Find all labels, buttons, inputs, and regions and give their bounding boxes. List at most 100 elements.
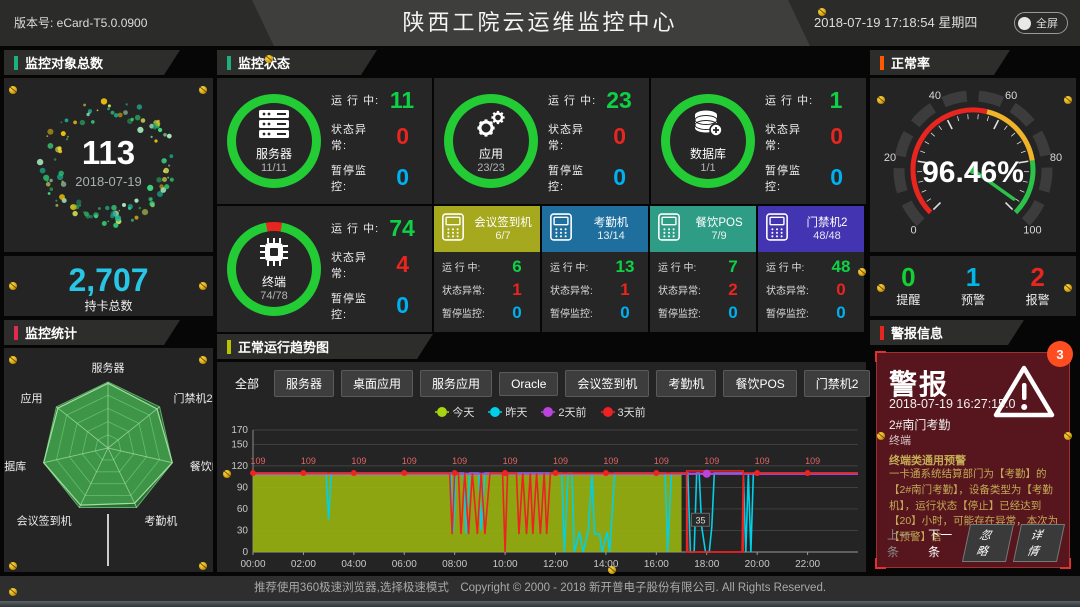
device-card-header: 会议签到机 6/7 (434, 206, 540, 252)
legend-item-昨天[interactable]: 昨天 (490, 404, 527, 420)
alarm-count-报警[interactable]: 2 报警 (1026, 264, 1050, 308)
trend-chart: 030609012015017000:0002:0004:0006:0008:0… (219, 422, 864, 577)
stat-row-abnormal: 状态异常: 4 (331, 249, 424, 281)
stat-value-paused: 0 (815, 166, 858, 189)
stat-row-paused: 暂停监控: 0 (331, 162, 424, 194)
datetime-label: 2018-07-19 17:18:54 星期四 (814, 0, 977, 46)
toggle-knob-icon (1018, 17, 1031, 30)
device-card-餐饮POS[interactable]: 餐饮POS 7/9 运 行 中: 7 状态异常: 2 暂停监控: 0 (650, 206, 756, 332)
device-card-门禁机2[interactable]: 门禁机2 48/48 运 行 中: 48 状态异常: 0 暂停监控: 0 (758, 206, 864, 332)
status-card-应用[interactable]: 应用 23/23 运 行 中: 23 状态异常: 0 暂停监控: 0 (434, 78, 649, 204)
corner-bracket (1060, 558, 1071, 569)
svg-text:60: 60 (1005, 90, 1017, 102)
alarm-count-预警[interactable]: 1 预警 (961, 264, 985, 308)
trend-tab-服务应用[interactable]: 服务应用 (420, 370, 492, 397)
screw-icon (1064, 284, 1072, 292)
stat-row-abnormal: 状态异常: 0 (548, 121, 641, 153)
screw-icon (199, 356, 207, 364)
alarm-count-提醒[interactable]: 0 提醒 (896, 264, 920, 308)
device-card-body: 运 行 中: 13 状态异常: 1 暂停监控: 0 (542, 252, 648, 321)
trend-tab-桌面应用[interactable]: 桌面应用 (341, 370, 413, 397)
stat-value-paused: 0 (381, 294, 424, 317)
status-card-服务器[interactable]: 服务器 11/11 运 行 中: 11 状态异常: 0 暂停监控: 0 (217, 78, 432, 204)
legend-dot-icon (490, 407, 500, 417)
svg-text:会议签到机: 会议签到机 (17, 514, 72, 528)
svg-text:服务器: 服务器 (92, 361, 125, 374)
trend-tab-会议签到机[interactable]: 会议签到机 (565, 370, 649, 397)
screw-icon (265, 55, 273, 63)
ignore-button[interactable]: 忽略 (962, 524, 1014, 562)
legend-item-2天前[interactable]: 2天前 (543, 404, 586, 420)
footer-copyright: 推荐使用360极速浏览器,选择极速模式 Copyright © 2000 - 2… (0, 576, 1080, 601)
alert-time: 2018-07-19 16:27:15.0 (889, 397, 1016, 411)
monitor-total-value: 113 (4, 134, 213, 172)
alarm-count-label: 预警 (961, 291, 985, 308)
svg-text:109: 109 (805, 456, 820, 466)
alarm-count-label: 报警 (1026, 291, 1050, 308)
legend-item-今天[interactable]: 今天 (437, 404, 474, 420)
svg-text:150: 150 (231, 439, 248, 450)
svg-text:考勤机: 考勤机 (144, 514, 177, 528)
device-card-考勤机[interactable]: 考勤机 13/14 运 行 中: 13 状态异常: 1 暂停监控: 0 (542, 206, 648, 332)
trend-tab-Oracle[interactable]: Oracle (499, 372, 558, 396)
alert-card[interactable]: 3 警报 2018-07-19 16:27:15.0 2#南门考勤 终端 终端类… (876, 352, 1070, 568)
svg-text:109: 109 (755, 456, 770, 466)
trend-legend: 今天昨天 2天前 3天前 (217, 404, 866, 420)
svg-text:109: 109 (402, 456, 417, 466)
alarm-count-value: 2 (1026, 264, 1050, 291)
device-card-titles: 餐饮POS 7/9 (686, 216, 752, 242)
server-icon (257, 109, 291, 144)
monitor-stats-title: 监控统计 (25, 323, 77, 342)
stat-label: 暂停监控: (766, 305, 809, 320)
alarm-count-label: 提醒 (896, 291, 920, 308)
svg-text:00:00: 00:00 (240, 559, 265, 570)
stat-row-abnormal: 状态异常: 2 (658, 281, 748, 298)
panel-tab-trend: 正常运行趋势图 (217, 334, 433, 359)
screw-icon (9, 282, 17, 290)
access-device-icon (765, 212, 789, 247)
card-name: 终端 (262, 273, 286, 290)
stat-label: 状态异常: (550, 282, 593, 297)
next-alert-button[interactable]: 下一条 (928, 526, 959, 560)
device-card-titles: 门禁机2 48/48 (794, 216, 860, 242)
trend-title: 正常运行趋势图 (238, 337, 329, 356)
stat-label: 暂停监控: (548, 162, 598, 194)
stat-label: 状态异常: (331, 121, 381, 153)
trend-tab-餐饮POS[interactable]: 餐饮POS (723, 370, 796, 397)
status-ring: 终端 74/78 (227, 222, 321, 316)
signin-device-icon (441, 212, 465, 247)
card-stats: 运 行 中: 23 状态异常: 0 暂停监控: 0 (538, 89, 643, 194)
detail-button[interactable]: 详情 (1013, 524, 1065, 562)
status-title: 监控状态 (238, 53, 290, 72)
stat-label: 状态异常: (766, 282, 809, 297)
screw-icon (9, 562, 17, 570)
trend-tab-考勤机[interactable]: 考勤机 (656, 370, 716, 397)
svg-text:30: 30 (237, 525, 249, 536)
trend-tab-全部[interactable]: 全部 (227, 371, 267, 396)
legend-item-3天前[interactable]: 3天前 (603, 404, 646, 420)
dashboard-root: 版本号: eCard-T5.0.0900 陕西工院云运维监控中心 2018-07… (0, 0, 1080, 607)
svg-text:餐饮POS: 餐饮POS (190, 459, 213, 473)
normal-rate-title: 正常率 (891, 53, 930, 72)
stat-value-abnormal: 1 (610, 281, 640, 298)
svg-text:10:00: 10:00 (493, 559, 518, 570)
fullscreen-toggle[interactable]: 全屏 (1014, 12, 1068, 34)
svg-text:08:00: 08:00 (442, 559, 467, 570)
gears-icon (474, 109, 508, 144)
ring-inner: 服务器 11/11 (236, 103, 312, 179)
stat-row-paused: 暂停监控: 0 (548, 162, 641, 194)
device-card-header: 门禁机2 48/48 (758, 206, 864, 252)
chip-icon (259, 237, 289, 272)
trend-tab-服务器[interactable]: 服务器 (274, 370, 334, 397)
device-ratio: 6/7 (470, 230, 536, 242)
status-card-终端[interactable]: 终端 74/78 运 行 中: 74 状态异常: 4 暂停监控: 0 (217, 206, 432, 332)
status-card-数据库[interactable]: 数据库 1/1 运 行 中: 1 状态异常: 0 暂停监控: 0 (651, 78, 866, 204)
stat-value-running: 23 (597, 89, 641, 112)
alarm-count-value: 0 (896, 264, 920, 291)
device-card-body: 运 行 中: 7 状态异常: 2 暂停监控: 0 (650, 252, 756, 321)
header-bar: 版本号: eCard-T5.0.0900 陕西工院云运维监控中心 2018-07… (0, 0, 1080, 46)
stat-row-running: 运 行 中: 23 (548, 89, 641, 112)
prev-alert-button[interactable]: 上一条 (887, 526, 918, 560)
trend-tab-门禁机2[interactable]: 门禁机2 (804, 370, 871, 397)
device-card-会议签到机[interactable]: 会议签到机 6/7 运 行 中: 6 状态异常: 1 暂停监控: 0 (434, 206, 540, 332)
